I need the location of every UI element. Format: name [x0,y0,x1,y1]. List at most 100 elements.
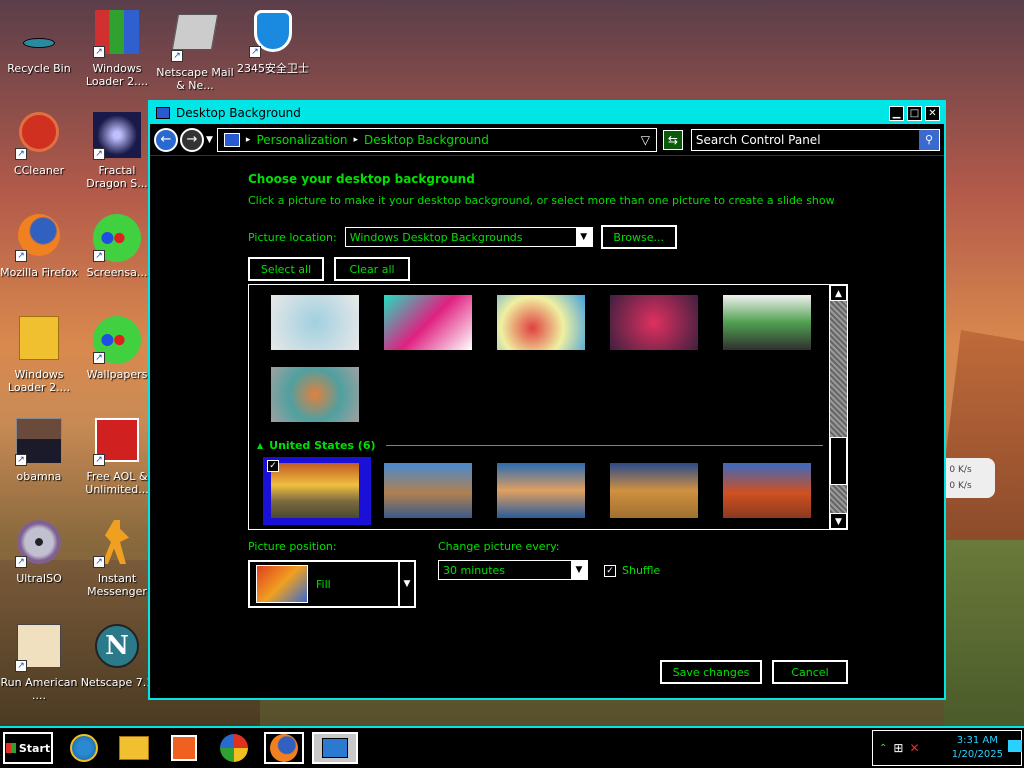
breadcrumb-personalization[interactable]: Personalization [256,133,347,147]
wallpaper-thumbnail[interactable] [610,295,698,350]
disc-icon: ↗ [15,520,63,568]
picture-position-select[interactable]: Fill ▼ [248,560,416,608]
taskbar-media-player[interactable] [164,732,204,764]
desktop-icon-ultraiso[interactable]: ↗ UltraISO [0,520,78,585]
title-bar[interactable]: Desktop Background ▁ □ ✕ [150,102,944,124]
gallery-scrollbar[interactable]: ▲ ▼ [829,285,847,529]
options-area: Picture position: Fill ▼ Change picture … [248,540,944,608]
picture-location-row: Picture location: Windows Desktop Backgr… [248,225,944,249]
wallpaper-thumbnail[interactable] [497,295,585,350]
show-desktop-button[interactable] [1008,740,1022,752]
wallpaper-thumbnail[interactable] [271,367,359,422]
cancel-button[interactable]: Cancel [772,660,848,684]
group-header-united-states[interactable]: ▲ United States (6) [257,439,823,452]
minimize-button[interactable]: ▁ [889,105,904,121]
save-changes-button[interactable]: Save changes [660,660,762,684]
checkbox-checked-icon[interactable]: ✓ [267,460,279,472]
desktop-icon-instant-messenger[interactable]: ↗ Instant Messenger [78,520,156,598]
taskbar-internet-explorer[interactable] [64,732,104,764]
select-all-button[interactable]: Select all [248,257,324,281]
desktop-icon-wallpapers[interactable]: ↗ Wallpapers [78,316,156,381]
desktop-icon-label: Recycle Bin [7,62,71,75]
fractal-icon: ↗ [93,112,141,160]
desktop-background-window[interactable]: Desktop Background ▁ □ ✕ ← → ▼ ▸ Persona… [148,100,946,700]
maximize-button[interactable]: □ [907,105,922,121]
desktop-scenery-field [944,540,1024,730]
desktop-icon-label: UltraISO [16,572,62,585]
folder-icon [15,316,63,364]
clear-all-button[interactable]: Clear all [334,257,410,281]
desktop-icon-free-aol[interactable]: ↗ Free AOL & Unlimited... [78,418,156,496]
page-heading: Choose your desktop background [248,172,475,186]
clock-date: 1/20/2025 [951,749,1003,760]
desktop-icon-fractal-dragon[interactable]: ↗ Fractal Dragon S... [78,112,156,190]
desktop-icon-ccleaner[interactable]: ↗ CCleaner [0,112,78,177]
desktop-icon-recycle-bin[interactable]: Recycle Bin [0,10,78,75]
picture-position-value: Fill [316,577,331,591]
wallpapers-icon: ↗ [93,316,141,364]
desktop-icon-screensaver[interactable]: ↗ Screensa... [78,214,156,279]
desktop-icon-windows-loader-2[interactable]: Windows Loader 2.... [0,316,78,394]
forward-button[interactable]: → [180,127,204,152]
wallpaper-thumbnail-selected[interactable] [271,463,359,518]
download-speed: 0 K/s [949,481,972,491]
start-button[interactable]: Start [3,732,53,764]
wallpaper-thumbnail[interactable] [497,463,585,518]
taskbar-file-explorer[interactable] [114,732,154,764]
recycle-bin-icon [15,10,63,58]
desktop-icon-label: Netscape 7.1 [80,676,154,689]
refresh-button[interactable]: ⇆ [662,129,683,150]
running-man-icon: ↗ [93,520,141,568]
scroll-up-button[interactable]: ▲ [830,285,847,301]
chevron-down-icon: ▼ [575,228,592,246]
scrollbar-thumb[interactable] [830,437,847,485]
group-label: United States (6) [269,439,376,452]
wallpaper-thumbnail[interactable] [384,463,472,518]
desktop-icon-2345-security[interactable]: ↗ 2345安全卫士 [234,10,312,75]
clock[interactable]: 3:31 AM 1/20/2025 [952,734,1003,762]
wallpaper-thumbnail[interactable] [723,463,811,518]
breadcrumb-desktop-background[interactable]: Desktop Background [364,133,489,147]
taskbar-desktop-background-window[interactable] [312,732,358,764]
search-icon[interactable]: ⚲ [919,129,939,150]
back-button[interactable]: ← [154,127,178,152]
change-picture-label: Change picture every: [438,540,560,553]
shuffle-checkbox[interactable]: ✓ [604,564,616,577]
upload-speed: 0 K/s [949,465,972,475]
browse-button[interactable]: Browse... [600,225,677,249]
address-dropdown-icon[interactable]: ▽ [641,133,650,147]
desktop-icon-netscape[interactable]: N Netscape 7.1 [78,624,156,689]
desktop-icon-windows-loader[interactable]: ↗ Windows Loader 2.... [78,10,156,88]
picture-location-select[interactable]: Windows Desktop Backgrounds ▼ [344,227,593,247]
flower-preview-icon [256,565,308,603]
breadcrumb-separator-icon: ▸ [353,134,358,145]
close-button[interactable]: ✕ [925,105,940,121]
desktop-icon-mozilla-firefox[interactable]: ↗ Mozilla Firefox [0,214,78,279]
network-icon[interactable]: ⊞ [893,741,903,755]
wallpaper-thumbnail[interactable] [384,295,472,350]
control-panel-icon [322,738,348,758]
wallpaper-thumbnail[interactable] [610,463,698,518]
desktop-icon-run-american[interactable]: ↗ Run American .... [0,624,78,702]
window-title: Desktop Background [176,106,301,120]
picture-location-value: Windows Desktop Backgrounds [349,230,523,244]
wallpaper-thumbnail[interactable] [271,295,359,350]
show-hidden-icons-chevron-icon[interactable]: ⌃ [879,743,887,754]
collapse-arrow-icon: ▲ [257,441,264,450]
taskbar-chrome[interactable] [214,732,254,764]
search-box[interactable]: ⚲ [690,128,940,151]
volume-muted-icon[interactable]: ✕ [909,741,919,755]
address-bar[interactable]: ▸ Personalization ▸ Desktop Background ▽ [216,127,657,152]
search-input[interactable] [691,129,919,150]
change-interval-select[interactable]: 30 minutes ▼ [438,560,588,580]
picture-gallery[interactable]: ▲ United States (6) ✓ ▲ ▼ [248,284,848,530]
taskbar-firefox[interactable] [264,732,304,764]
desktop-icon-netscape-mail[interactable]: ↗ Netscape Mail & Ne... [156,10,234,92]
recent-pages-dropdown-icon[interactable]: ▼ [206,135,213,145]
desktop-icon-obamna[interactable]: ↗ obamna [0,418,78,483]
scroll-down-button[interactable]: ▼ [830,513,847,529]
shuffle-option[interactable]: ✓ Shuffle [604,564,660,577]
wallpaper-thumbnail[interactable] [723,295,811,350]
desktop-icon-label: Windows Loader 2.... [85,62,149,88]
group-divider [385,445,823,446]
